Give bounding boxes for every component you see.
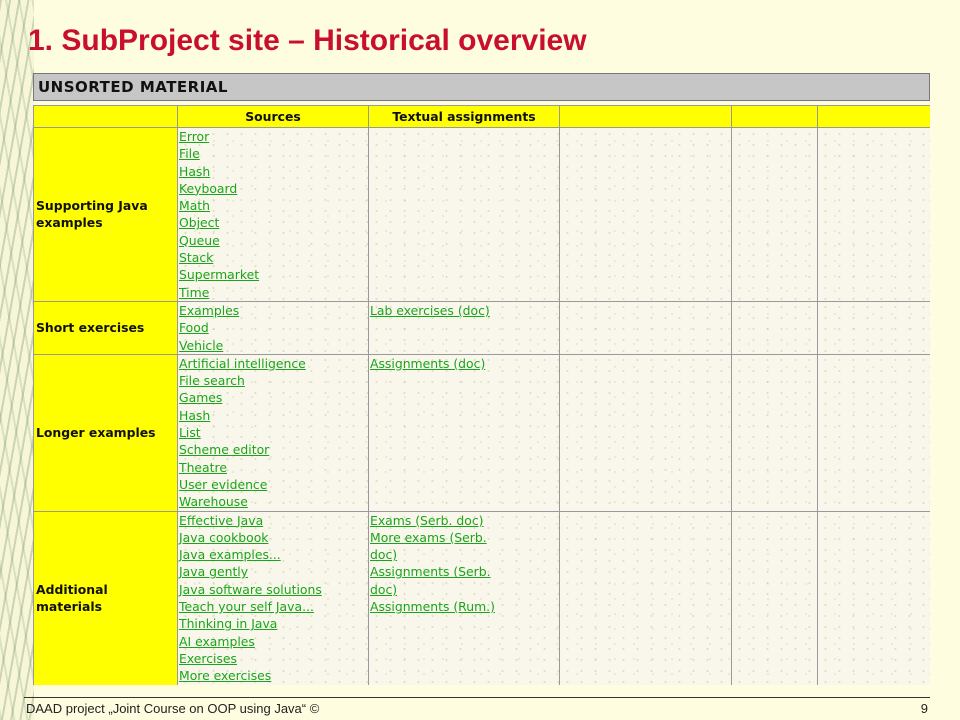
source-link[interactable]: User evidence <box>179 476 367 493</box>
source-link[interactable]: Games <box>179 389 367 406</box>
source-link[interactable]: Java software solutions <box>179 581 367 598</box>
column-header-sources: Sources <box>177 105 369 128</box>
assignments-cell: Exams (Serb. doc) More exams (Serb. doc) As… <box>368 510 560 685</box>
source-link[interactable]: Object <box>179 214 367 231</box>
source-link[interactable]: Stack <box>179 249 367 266</box>
row-label: Additional materials <box>33 510 178 685</box>
source-link[interactable]: Warehouse <box>179 493 367 510</box>
source-link[interactable]: Keyboard <box>179 180 367 197</box>
empty-cell <box>559 127 732 302</box>
source-link[interactable]: Theatre <box>179 459 367 476</box>
source-link[interactable]: Scheme editor <box>179 441 367 458</box>
table-row: Additional materials Effective Java Java c… <box>33 510 930 685</box>
materials-table: Sources Textual assignments Supporting J… <box>33 105 930 685</box>
column-header <box>817 105 930 128</box>
source-link[interactable]: Supermarket <box>179 266 367 283</box>
materials-table-panel: UNSORTED MATERIAL Sources Textual assign… <box>33 73 930 685</box>
source-link[interactable]: Math <box>179 197 367 214</box>
source-link[interactable]: Java examples... <box>179 546 367 563</box>
source-link[interactable]: Vehicle <box>179 337 367 354</box>
source-link[interactable]: Exercises <box>179 650 367 667</box>
decorative-grass <box>0 0 34 720</box>
sources-cell: Error File Hash Keyboard Math Object Queue Stac… <box>177 127 369 302</box>
empty-cell <box>817 510 930 685</box>
column-header <box>559 105 732 128</box>
assignments-cell <box>368 127 560 302</box>
row-label: Longer examples <box>33 353 178 512</box>
slide-title: 1. SubProject site – Historical overview <box>28 24 587 57</box>
assignment-link[interactable]: Assignments (doc) <box>370 355 558 372</box>
source-link[interactable]: Hash <box>179 407 367 424</box>
sources-cell: Effective Java Java cookbook Java examples… <box>177 510 369 685</box>
empty-cell <box>817 353 930 512</box>
table-row: Longer examples Artificial intelligence Fi… <box>33 353 930 512</box>
sources-cell: Examples Food Vehicle <box>177 300 369 355</box>
source-link[interactable]: Artificial intelligence <box>179 355 367 372</box>
source-link[interactable]: File search <box>179 372 367 389</box>
source-link[interactable]: Java gently <box>179 563 367 580</box>
assignment-link[interactable]: doc) <box>370 581 558 598</box>
source-link[interactable]: Effective Java <box>179 512 367 529</box>
table-row: Supporting Java examples Error File Hash Key… <box>33 127 930 302</box>
assignments-cell: Lab exercises (doc) <box>368 300 560 355</box>
source-link[interactable]: Error <box>179 128 367 145</box>
column-header <box>33 105 178 128</box>
source-link[interactable]: Queue <box>179 232 367 249</box>
empty-cell <box>817 300 930 355</box>
assignment-link[interactable]: Exams (Serb. doc) <box>370 512 558 529</box>
column-header <box>731 105 818 128</box>
assignment-link[interactable]: Lab exercises (doc) <box>370 302 558 319</box>
table-row: Short exercises Examples Food Vehicle Lab ex… <box>33 300 930 355</box>
source-link[interactable]: Hash <box>179 163 367 180</box>
source-link[interactable]: File <box>179 145 367 162</box>
footer-text: DAAD project „Joint Course on OOP using … <box>26 701 320 716</box>
column-header-textual-assignments: Textual assignments <box>368 105 560 128</box>
source-link[interactable]: Thinking in Java <box>179 615 367 632</box>
row-label: Short exercises <box>33 300 178 355</box>
assignment-link[interactable]: More exams (Serb. <box>370 529 558 546</box>
row-label: Supporting Java examples <box>33 127 178 302</box>
assignments-cell: Assignments (doc) <box>368 353 560 512</box>
empty-cell <box>731 353 818 512</box>
empty-cell <box>559 353 732 512</box>
source-link[interactable]: Examples <box>179 302 367 319</box>
source-link[interactable]: Food <box>179 319 367 336</box>
empty-cell <box>731 510 818 685</box>
source-link[interactable]: List <box>179 424 367 441</box>
source-link[interactable]: Time <box>179 284 367 301</box>
source-link[interactable]: Java cookbook <box>179 529 367 546</box>
empty-cell <box>559 300 732 355</box>
empty-cell <box>817 127 930 302</box>
empty-cell <box>731 127 818 302</box>
page-number: 9 <box>920 701 928 716</box>
assignment-link[interactable]: Assignments (Rum.) <box>370 598 558 615</box>
empty-cell <box>731 300 818 355</box>
assignment-link[interactable]: doc) <box>370 546 558 563</box>
footer-divider <box>24 697 930 698</box>
assignment-link[interactable]: Assignments (Serb. <box>370 563 558 580</box>
source-link[interactable]: More exercises <box>179 667 367 684</box>
section-header: UNSORTED MATERIAL <box>33 73 930 101</box>
source-link[interactable]: AI examples <box>179 633 367 650</box>
column-header-row: Sources Textual assignments <box>33 105 930 128</box>
source-link[interactable]: Teach your self Java... <box>179 598 367 615</box>
empty-cell <box>559 510 732 685</box>
sources-cell: Artificial intelligence File search Games H… <box>177 353 369 512</box>
